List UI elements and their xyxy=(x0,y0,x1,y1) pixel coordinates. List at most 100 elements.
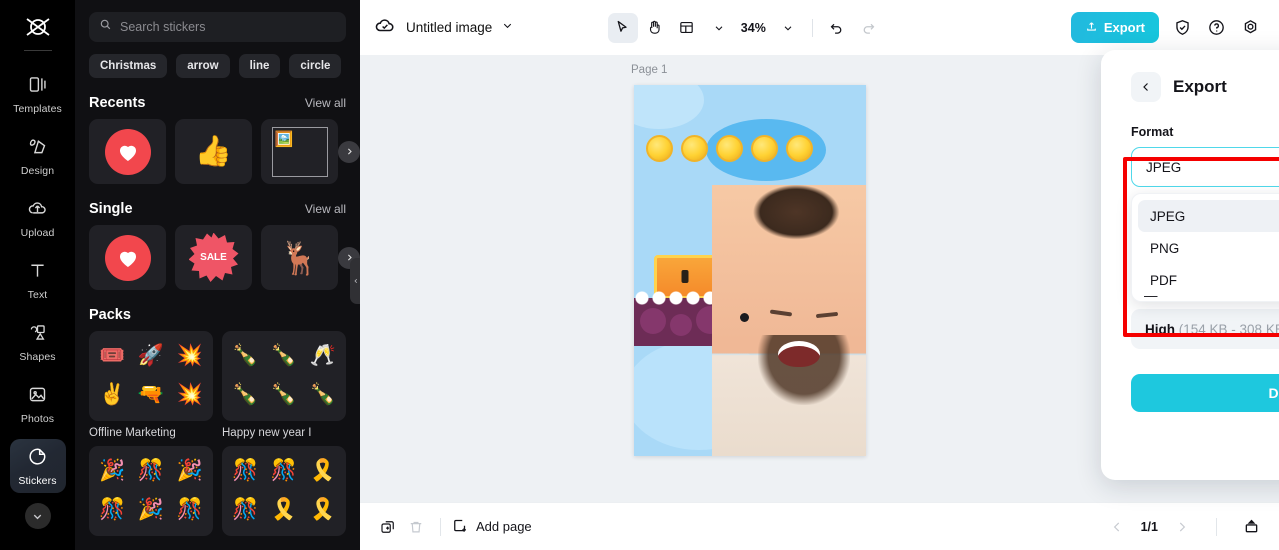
help-question-icon[interactable] xyxy=(1201,13,1231,43)
format-option-jpeg[interactable]: JPEG xyxy=(1138,200,1279,232)
sidebar-item-design[interactable]: Design xyxy=(10,129,66,183)
chip-christmas[interactable]: Christmas xyxy=(89,54,168,78)
sticker-tile-sale[interactable]: SALE xyxy=(175,225,252,290)
main-area: Untitled image 34% Export Page 1 Add pag… xyxy=(360,0,1279,550)
pack-thumbnail: 🍾 🍾 🥂 🍾 🍾 🍾 xyxy=(222,331,346,421)
document-title[interactable]: Untitled image xyxy=(406,20,492,35)
duplicate-page-icon[interactable] xyxy=(374,513,402,541)
recents-next-arrow[interactable] xyxy=(338,140,360,163)
page-counter: 1/1 xyxy=(1140,519,1158,534)
format-select[interactable]: JPEG xyxy=(1131,147,1279,187)
format-option-partial[interactable]: — xyxy=(1144,288,1158,301)
pack-emoji: 🚀 xyxy=(137,344,165,368)
hand-tool-button[interactable] xyxy=(640,13,670,43)
prev-page-button[interactable] xyxy=(1103,513,1131,541)
redo-button[interactable] xyxy=(854,13,884,43)
page-label: Page 1 xyxy=(631,64,668,76)
bottom-bar: Add page 1/1 xyxy=(360,502,1279,550)
sidebar-item-templates[interactable]: Templates xyxy=(10,67,66,121)
sidebar-item-photos[interactable]: Photos xyxy=(10,377,66,431)
download-button[interactable]: Download xyxy=(1131,374,1279,412)
cloud-saved-icon[interactable] xyxy=(374,14,396,41)
pack-emoji: 🍾 xyxy=(309,383,336,407)
sticker-tile-image[interactable]: 🖼️ xyxy=(261,119,338,184)
bottom-right-group: 1/1 xyxy=(1103,513,1265,541)
download-button-label: Download xyxy=(1268,385,1279,401)
section-title: Recents xyxy=(89,95,146,111)
text-t-icon xyxy=(27,260,48,286)
reindeer-sticker: 🦌 xyxy=(279,239,320,276)
pack-card[interactable]: 🎟️ 🚀 💥 ✌️ 🔫 💥 Offline Marketing xyxy=(89,331,213,439)
pack-emoji: 🎊 xyxy=(232,498,259,522)
canvas-page[interactable] xyxy=(634,85,866,456)
left-rail: Templates Design Upload Text Shapes Phot… xyxy=(0,0,75,550)
format-option-label: JPEG xyxy=(1150,208,1186,224)
export-upload-icon xyxy=(1085,20,1098,36)
search-input[interactable] xyxy=(120,20,336,34)
pack-emoji: 🎉 xyxy=(176,459,203,483)
select-tool-button[interactable] xyxy=(607,12,638,43)
sidebar-item-label: Text xyxy=(27,288,48,301)
thumbs-up-sticker: 👍 xyxy=(194,135,233,168)
format-option-label: PNG xyxy=(1150,240,1180,256)
sticker-tile-thumbs-up[interactable]: 👍 xyxy=(175,119,252,184)
undo-button[interactable] xyxy=(822,13,852,43)
capcut-logo-icon[interactable] xyxy=(18,10,58,44)
chip-circle[interactable]: circle xyxy=(289,54,342,78)
pack-label: Happy new year I xyxy=(222,427,312,439)
pack-card[interactable]: 🎊 🎊 🎗️ 🎊 🎗️ 🎗️ xyxy=(222,446,346,536)
quality-select[interactable]: High (154 KB - 308 KB) xyxy=(1131,309,1279,349)
sticker-tile-reindeer[interactable]: 🦌 xyxy=(261,225,338,290)
sidebar-item-label: Shapes xyxy=(19,350,56,363)
shield-check-icon[interactable] xyxy=(1167,13,1197,43)
view-all-recents[interactable]: View all xyxy=(305,96,346,110)
layout-caret-button[interactable] xyxy=(704,13,734,43)
packs-row-1: 🎟️ 🚀 💥 ✌️ 🔫 💥 Offline Marketing 🍾 🍾 🥂 🍾 … xyxy=(89,331,346,439)
quality-size-range: (154 KB - 308 KB) xyxy=(1178,321,1279,337)
app-root: Templates Design Upload Text Shapes Phot… xyxy=(0,0,1279,550)
add-page-button[interactable]: Add page xyxy=(451,516,532,537)
layout-tool-button[interactable] xyxy=(672,13,702,43)
sidebar-item-upload[interactable]: Upload xyxy=(10,191,66,245)
section-header-single: Single View all xyxy=(89,201,346,217)
pack-emoji: 🎗️ xyxy=(309,459,336,483)
photos-image-icon xyxy=(27,384,48,410)
section-header-recents: Recents View all xyxy=(89,95,346,111)
pack-emoji: 🎊 xyxy=(99,498,126,522)
chip-line[interactable]: line xyxy=(238,54,281,78)
pack-card[interactable]: 🍾 🍾 🥂 🍾 🍾 🍾 Happy new year I xyxy=(222,331,346,439)
search-bar[interactable] xyxy=(89,12,346,42)
sidebar-item-shapes[interactable]: Shapes xyxy=(10,315,66,369)
sidebar-item-label: Design xyxy=(20,164,55,177)
bottom-panel-icon[interactable] xyxy=(1237,513,1265,541)
add-page-label: Add page xyxy=(476,519,532,534)
view-all-single[interactable]: View all xyxy=(305,202,346,216)
format-option-png[interactable]: PNG xyxy=(1138,232,1279,264)
chevron-down-icon[interactable] xyxy=(501,19,514,37)
pack-emoji: 🎗️ xyxy=(270,498,298,522)
chevron-down-icon[interactable] xyxy=(24,503,51,529)
section-title: Single xyxy=(89,201,133,217)
settings-gear-icon[interactable] xyxy=(1235,13,1265,43)
sidebar-item-stickers[interactable]: Stickers xyxy=(9,439,66,493)
sticker-tile-heart[interactable] xyxy=(89,119,166,184)
export-back-button[interactable] xyxy=(1131,72,1161,102)
toolbar-divider xyxy=(811,18,813,37)
pack-card[interactable]: 🎉 🎊 🎉 🎊 🎉 🎊 xyxy=(89,446,213,536)
sidebar-item-text[interactable]: Text xyxy=(10,253,66,307)
chip-arrow[interactable]: arrow xyxy=(176,54,230,78)
sticker-tile-heart[interactable] xyxy=(89,225,166,290)
pack-emoji: 🍾 xyxy=(232,383,259,407)
top-toolbar: Untitled image 34% Export xyxy=(360,0,1279,55)
export-button[interactable]: Export xyxy=(1070,12,1159,43)
panel-collapse-handle[interactable] xyxy=(350,258,360,304)
pack-emoji: 🎉 xyxy=(99,459,126,483)
toolbar-right-group xyxy=(1167,13,1265,43)
trash-icon[interactable] xyxy=(402,513,430,541)
next-page-button[interactable] xyxy=(1168,513,1196,541)
sticker-icon xyxy=(27,446,48,472)
pack-emoji: 💥 xyxy=(176,344,203,368)
pack-thumbnail: 🎟️ 🚀 💥 ✌️ 🔫 💥 xyxy=(89,331,213,421)
zoom-caret-button[interactable] xyxy=(773,13,803,43)
format-option-pdf[interactable]: PDF xyxy=(1138,264,1279,296)
